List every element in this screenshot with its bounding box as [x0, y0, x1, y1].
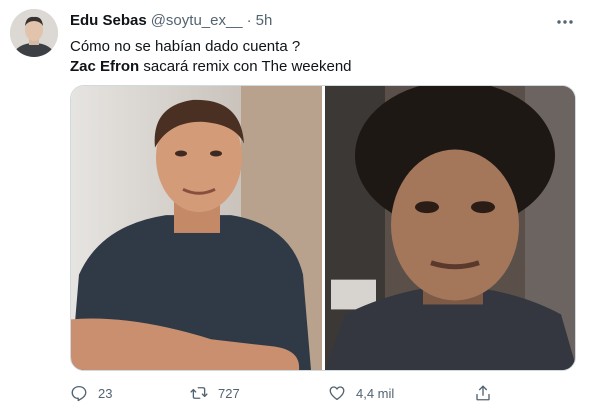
share-icon — [476, 385, 490, 401]
retweet-count: 727 — [218, 385, 240, 401]
tweet-header: Edu Sebas @soytu_ex__ · 5h — [70, 10, 272, 30]
photo-left-image — [71, 86, 322, 370]
tweet[interactable]: Edu Sebas @soytu_ex__ · 5h Cómo no se ha… — [0, 0, 589, 411]
heart-icon — [329, 386, 345, 401]
tweet-text-bold: Zac Efron — [70, 58, 140, 75]
avatar[interactable] — [10, 9, 58, 57]
user-handle[interactable]: @soytu_ex__ — [151, 12, 243, 29]
avatar-image — [10, 9, 58, 57]
photo-right[interactable] — [325, 86, 575, 370]
retweet-button[interactable]: 727 — [190, 379, 240, 407]
reply-icon — [71, 385, 87, 402]
tweet-text: Cómo no se habían dado cuenta ? Zac Efro… — [70, 37, 570, 77]
reply-count: 23 — [98, 385, 113, 401]
share-button[interactable] — [474, 379, 492, 407]
tweet-actions: 23 727 4,4 mil — [70, 379, 510, 407]
photo-right-image — [325, 86, 575, 370]
tweet-text-line-2: Zac Efron sacará remix con The weekend — [70, 57, 570, 77]
tweet-text-rest: sacará remix con The weekend — [139, 58, 352, 75]
media-grid — [70, 85, 576, 371]
photo-left[interactable] — [71, 86, 322, 370]
reply-button[interactable]: 23 — [70, 379, 112, 407]
like-button[interactable]: 4,4 mil — [328, 379, 394, 407]
separator-dot: · — [246, 11, 252, 29]
retweet-icon — [190, 387, 208, 399]
display-name[interactable]: Edu Sebas — [70, 12, 147, 29]
like-count: 4,4 mil — [356, 385, 395, 401]
more-horizontal-icon[interactable] — [555, 12, 575, 32]
timestamp[interactable]: 5h — [256, 12, 273, 29]
tweet-text-line-1: Cómo no se habían dado cuenta ? — [70, 38, 301, 55]
